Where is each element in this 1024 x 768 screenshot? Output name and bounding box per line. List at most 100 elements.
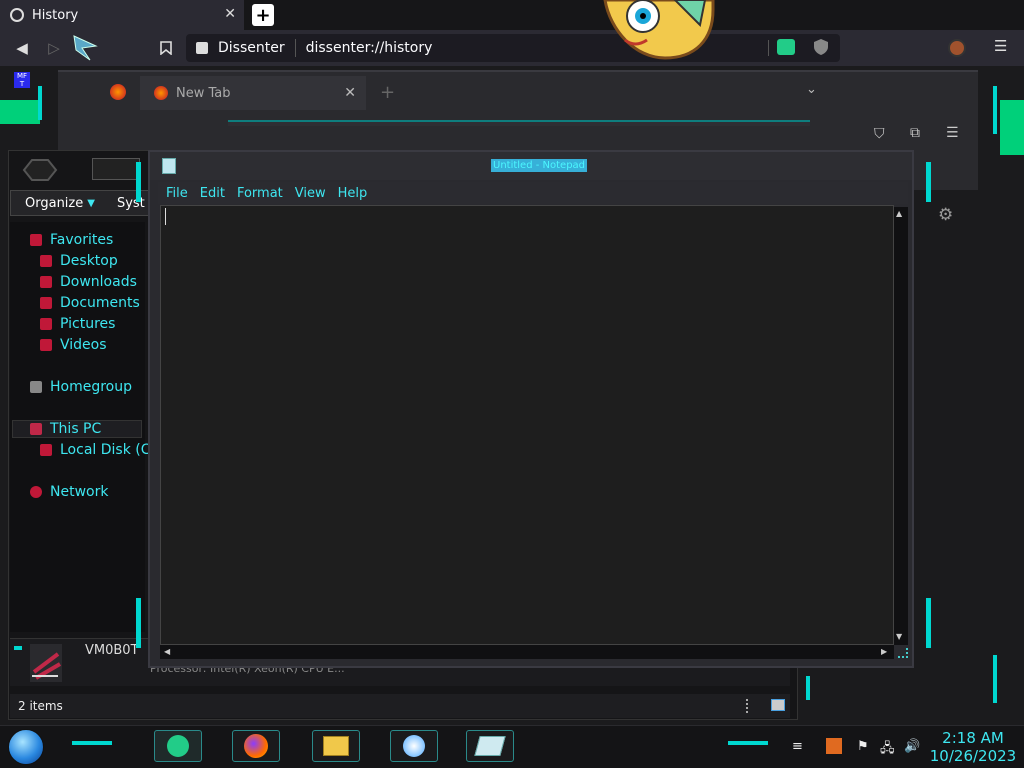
vertical-scrollbar[interactable]: [894, 207, 908, 645]
tab-title: History: [32, 7, 79, 23]
nav-favorites[interactable]: Favorites: [30, 232, 113, 248]
browser-tab-history[interactable]: History ✕: [0, 0, 244, 30]
details-view-icon[interactable]: [746, 699, 752, 713]
menu-help[interactable]: Help: [338, 186, 368, 201]
scroll-left-icon[interactable]: ◀: [164, 647, 170, 656]
scroll-right-icon[interactable]: ▶: [881, 647, 887, 656]
downloads-icon: [40, 276, 52, 288]
new-tab-button[interactable]: +: [252, 4, 274, 26]
documents-icon: [40, 297, 52, 309]
back-arrow-icon[interactable]: ◀: [10, 36, 34, 60]
text-editor-area[interactable]: [160, 205, 894, 645]
site-identity-chip[interactable]: Dissenter: [186, 39, 296, 57]
status-bar: 2 items: [10, 694, 790, 718]
bookmark-icon[interactable]: [154, 36, 178, 60]
organize-button[interactable]: Organize: [25, 196, 83, 211]
favorites-star-icon: [30, 234, 42, 246]
notepad-icon[interactable]: [162, 158, 176, 174]
page-icon: [196, 42, 208, 54]
nav-pictures[interactable]: Pictures: [40, 316, 115, 332]
decor-accent: [728, 741, 768, 745]
desktop-icon: [40, 255, 52, 267]
nav-documents[interactable]: Documents: [40, 295, 140, 311]
tray-expand-icon[interactable]: ≡: [792, 739, 803, 754]
chevron-down-icon[interactable]: ▼: [87, 198, 95, 209]
chevron-down-icon[interactable]: ⌄: [806, 82, 817, 97]
close-tab-icon[interactable]: ✕: [224, 6, 236, 22]
gear-icon[interactable]: ⚙: [938, 205, 953, 225]
drive-icon: [40, 444, 52, 456]
explorer-view-switch[interactable]: [92, 158, 140, 180]
large-icons-view-icon[interactable]: [771, 699, 785, 711]
computer-icon: [30, 644, 62, 682]
close-tab-icon[interactable]: ✕: [344, 85, 356, 101]
app-badge-icon: MF T: [14, 72, 30, 88]
back-browser-tab[interactable]: New Tab ✕: [140, 76, 366, 110]
horizontal-scrollbar[interactable]: [160, 645, 894, 659]
menu-file[interactable]: File: [166, 186, 188, 201]
menu-icon[interactable]: ☰: [946, 125, 959, 141]
avatar[interactable]: [948, 39, 966, 57]
resize-grip-icon[interactable]: [898, 648, 908, 658]
notepad-icon: [474, 736, 506, 756]
action-center-flag-icon[interactable]: ⚑: [857, 739, 869, 754]
scroll-down-icon[interactable]: ▼: [896, 632, 902, 641]
taskbar-notepad[interactable]: [466, 730, 514, 762]
network-icon: [30, 486, 42, 498]
network-status-icon[interactable]: 🖧: [880, 739, 895, 761]
comment-extension-icon[interactable]: [777, 39, 795, 55]
nav-local-disk[interactable]: Local Disk (C:: [40, 442, 155, 458]
text-caret: [165, 208, 166, 225]
decor-accent: [0, 100, 40, 124]
start-button[interactable]: [8, 729, 44, 765]
nav-label: Local Disk (C:: [60, 442, 156, 458]
extensions-icon[interactable]: ⧉: [910, 125, 920, 141]
computer-name: VM0B0T: [85, 643, 139, 658]
volume-icon[interactable]: 🔊: [904, 739, 920, 754]
homegroup-icon: [30, 381, 42, 393]
java-update-icon[interactable]: [826, 738, 842, 754]
nav-videos[interactable]: Videos: [40, 337, 107, 353]
menu-edit[interactable]: Edit: [200, 186, 225, 201]
nav-label: Videos: [60, 337, 107, 353]
new-tab-plus-icon[interactable]: +: [380, 82, 395, 103]
history-icon: [10, 8, 24, 22]
clock-time: 2:18 AM: [942, 729, 1004, 747]
explorer-back-icon[interactable]: [22, 158, 58, 182]
firefox-icon: [244, 734, 268, 758]
nav-label: Desktop: [60, 253, 118, 269]
sun-icon: [403, 735, 425, 757]
decor-accent: [1000, 100, 1024, 155]
hamburger-menu-icon[interactable]: ☰: [994, 37, 1007, 55]
dissenter-logo-icon[interactable]: [72, 32, 98, 62]
shield-icon[interactable]: [813, 38, 829, 60]
nav-network[interactable]: Network: [30, 484, 108, 500]
nav-homegroup[interactable]: Homegroup: [30, 379, 132, 395]
taskbar-firefox[interactable]: [232, 730, 280, 762]
item-count: 2 items: [18, 699, 63, 713]
firefox-icon: [154, 86, 168, 100]
taskbar-weather-app[interactable]: [390, 730, 438, 762]
nav-label: Network: [50, 484, 109, 500]
scroll-up-icon[interactable]: ▲: [896, 209, 902, 218]
system-clock[interactable]: 2:18 AM 10/26/2023: [928, 729, 1018, 767]
url-text[interactable]: dissenter://history: [296, 40, 433, 56]
cartoon-decoration: [595, 0, 720, 60]
decor-accent: [38, 86, 42, 120]
forward-arrow-icon[interactable]: ▷: [42, 36, 66, 60]
nav-label: This PC: [50, 421, 102, 437]
nav-this-pc[interactable]: This PC: [30, 421, 101, 437]
menu-format[interactable]: Format: [237, 186, 283, 201]
computer-icon: [30, 423, 42, 435]
clock-date: 10/26/2023: [929, 747, 1017, 765]
address-bar[interactable]: Dissenter dissenter://history: [186, 34, 840, 62]
pocket-icon[interactable]: ⛉: [874, 126, 885, 142]
nav-downloads[interactable]: Downloads: [40, 274, 137, 290]
taskbar-chat-app[interactable]: [154, 730, 202, 762]
menu-view[interactable]: View: [295, 186, 326, 201]
nav-desktop[interactable]: Desktop: [40, 253, 118, 269]
firefox-icon[interactable]: [110, 84, 126, 100]
back-browser-toolbar: [228, 120, 810, 126]
videos-icon: [40, 339, 52, 351]
taskbar-file-explorer[interactable]: [312, 730, 360, 762]
